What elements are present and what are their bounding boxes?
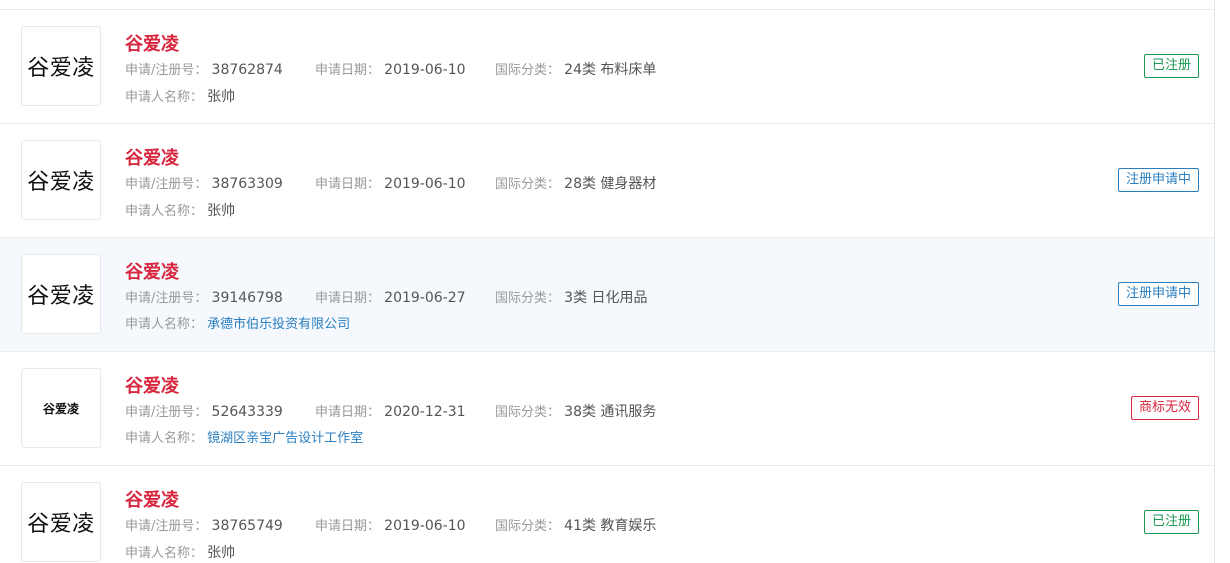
application-number-value: 52643339 — [211, 404, 283, 420]
status-badge: 注册申请中 — [1117, 282, 1199, 306]
application-date-value: 2019-06-10 — [384, 518, 466, 534]
international-class-value: 24类 布料床单 — [564, 62, 657, 78]
application-date-value: 2019-06-10 — [384, 176, 466, 192]
application-number: 申请/注册号： 38763309 — [125, 176, 283, 193]
application-number-value: 38765749 — [211, 518, 283, 534]
trademark-logo-text: 谷爱凌 — [27, 56, 95, 81]
trademark-row[interactable]: 谷爱凌 谷爱凌 申请/注册号： 38762874 申请日期： 2019-06-1… — [0, 10, 1214, 124]
trademark-row[interactable]: 谷爱凌 谷爱凌 申请/注册号： 52643339 申请日期： 2020-12-3… — [0, 352, 1214, 466]
international-class: 国际分类： 28类 健身器材 — [495, 176, 656, 193]
application-number-label: 申请/注册号： — [125, 405, 208, 420]
application-number: 申请/注册号： 39146798 — [125, 290, 283, 307]
trademark-list-page: 谷爱凌 谷爱凌 申请/注册号： 38762874 申请日期： 2019-06-1… — [0, 0, 1230, 563]
trademark-title-link[interactable]: 谷爱凌 — [125, 144, 179, 170]
international-class-value: 41类 教育娱乐 — [564, 518, 657, 534]
international-class: 国际分类： 24类 布料床单 — [495, 62, 656, 79]
status-badge: 注册申请中 — [1117, 168, 1199, 192]
applicant-label: 申请人名称： — [125, 546, 204, 561]
international-class-label: 国际分类： — [495, 63, 561, 78]
application-number-label: 申请/注册号： — [125, 291, 208, 306]
application-date-value: 2020-12-31 — [384, 404, 466, 420]
trademark-logo-image[interactable]: 谷爱凌 — [21, 368, 101, 448]
trademark-title-link[interactable]: 谷爱凌 — [125, 372, 179, 398]
applicant-name: 张帅 — [207, 203, 236, 219]
trademark-title-link[interactable]: 谷爱凌 — [125, 486, 179, 512]
application-number-label: 申请/注册号： — [125, 519, 208, 534]
application-date-label: 申请日期： — [315, 519, 381, 534]
applicant-name: 张帅 — [207, 545, 236, 561]
application-date: 申请日期： 2019-06-27 — [315, 290, 466, 307]
applicant: 申请人名称： 张帅 — [125, 203, 235, 220]
international-class-label: 国际分类： — [495, 291, 561, 306]
applicant: 申请人名称： 承德市伯乐投资有限公司 — [125, 317, 350, 333]
applicant-name: 张帅 — [207, 89, 236, 105]
application-number: 申请/注册号： 38765749 — [125, 518, 283, 535]
application-number-value: 38762874 — [211, 62, 283, 78]
applicant-label: 申请人名称： — [125, 90, 204, 105]
international-class-value: 3类 日化用品 — [564, 290, 648, 306]
trademark-logo-text: 谷爱凌 — [27, 512, 95, 537]
international-class: 国际分类： 41类 教育娱乐 — [495, 518, 656, 535]
application-number-value: 38763309 — [211, 176, 283, 192]
international-class: 国际分类： 38类 通讯服务 — [495, 404, 656, 421]
application-date: 申请日期： 2019-06-10 — [315, 176, 466, 193]
application-date-label: 申请日期： — [315, 63, 381, 78]
trademark-logo-text: 谷爱凌 — [27, 284, 95, 309]
applicant: 申请人名称： 张帅 — [125, 89, 235, 106]
trademark-title-link[interactable]: 谷爱凌 — [125, 30, 179, 56]
international-class-label: 国际分类： — [495, 519, 561, 534]
application-date: 申请日期： 2019-06-10 — [315, 518, 466, 535]
trademark-logo-image[interactable]: 谷爱凌 — [21, 482, 101, 562]
trademark-logo-image[interactable]: 谷爱凌 — [21, 254, 101, 334]
trademark-title-link[interactable]: 谷爱凌 — [125, 258, 179, 284]
trademark-row[interactable]: 谷爱凌 谷爱凌 申请/注册号： 38763309 申请日期： 2019-06-1… — [0, 124, 1214, 238]
applicant-label: 申请人名称： — [125, 317, 204, 332]
trademark-row[interactable]: 谷爱凌 谷爱凌 申请/注册号： 38765749 申请日期： 2019-06-1… — [0, 466, 1214, 563]
applicant-name-link[interactable]: 承德市伯乐投资有限公司 — [207, 317, 350, 332]
status-badge: 已注册 — [1143, 54, 1199, 78]
application-number: 申请/注册号： 38762874 — [125, 62, 283, 79]
application-date-value: 2019-06-27 — [384, 290, 466, 306]
applicant: 申请人名称： 镜湖区亲宝广告设计工作室 — [125, 431, 363, 447]
trademark-logo-image[interactable]: 谷爱凌 — [21, 26, 101, 106]
application-date-label: 申请日期： — [315, 177, 381, 192]
application-number-value: 39146798 — [211, 290, 283, 306]
application-number-label: 申请/注册号： — [125, 177, 208, 192]
international-class-label: 国际分类： — [495, 177, 561, 192]
application-date: 申请日期： 2019-06-10 — [315, 62, 466, 79]
scrollbar-track[interactable] — [1215, 0, 1230, 563]
application-number-label: 申请/注册号： — [125, 63, 208, 78]
trademark-list: 谷爱凌 谷爱凌 申请/注册号： 38762874 申请日期： 2019-06-1… — [0, 0, 1215, 563]
application-date-label: 申请日期： — [315, 291, 381, 306]
application-date: 申请日期： 2020-12-31 — [315, 404, 466, 421]
trademark-row[interactable]: 谷爱凌 谷爱凌 申请/注册号： 39146798 申请日期： 2019-06-2… — [0, 238, 1214, 352]
international-class-value: 38类 通讯服务 — [564, 404, 657, 420]
application-date-label: 申请日期： — [315, 405, 381, 420]
trademark-logo-text: 谷爱凌 — [27, 170, 95, 195]
trademark-logo-text: 谷爱凌 — [42, 401, 79, 416]
international-class: 国际分类： 3类 日化用品 — [495, 290, 648, 307]
application-date-value: 2019-06-10 — [384, 62, 466, 78]
international-class-value: 28类 健身器材 — [564, 176, 657, 192]
trademark-logo-image[interactable]: 谷爱凌 — [21, 140, 101, 220]
application-number: 申请/注册号： 52643339 — [125, 404, 283, 421]
status-badge: 商标无效 — [1130, 396, 1199, 420]
status-badge: 已注册 — [1143, 510, 1199, 534]
international-class-label: 国际分类： — [495, 405, 561, 420]
applicant: 申请人名称： 张帅 — [125, 545, 235, 562]
applicant-label: 申请人名称： — [125, 431, 204, 446]
applicant-label: 申请人名称： — [125, 204, 204, 219]
applicant-name-link[interactable]: 镜湖区亲宝广告设计工作室 — [207, 431, 363, 446]
